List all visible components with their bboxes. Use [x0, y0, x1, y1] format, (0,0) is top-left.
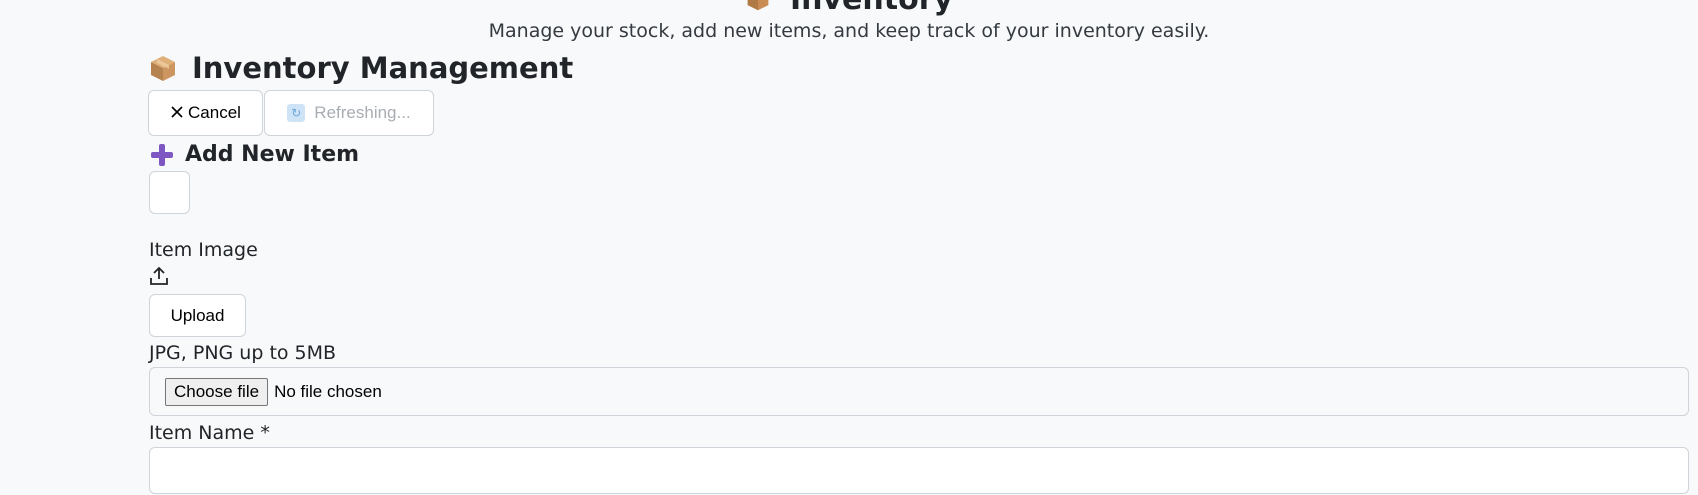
- close-icon: [170, 103, 184, 123]
- cancel-button-label: Cancel: [188, 103, 241, 122]
- page-title-text: Inventory Management: [192, 51, 574, 85]
- section-title: Add New Item: [150, 139, 359, 171]
- page-title: Inventory Management: [148, 49, 573, 87]
- file-status: No file chosen: [274, 381, 382, 401]
- package-icon: [151, 56, 175, 81]
- hero-title: Inventory: [0, 0, 1698, 19]
- file-input[interactable]: Choose file No file chosen: [149, 367, 1689, 416]
- image-hint: JPG, PNG up to 5MB: [149, 342, 337, 364]
- cancel-button[interactable]: Cancel: [148, 90, 263, 136]
- upload-icon: [150, 266, 168, 285]
- refresh-icon: ↻: [287, 104, 306, 122]
- item-name-label: Item Name *: [149, 422, 270, 444]
- choose-file-button[interactable]: Choose file: [165, 377, 269, 406]
- plus-icon: [151, 144, 173, 166]
- section-title-text: Add New Item: [185, 142, 360, 167]
- refresh-button-label: Refreshing...: [314, 103, 411, 122]
- refresh-button[interactable]: ↻ Refreshing...: [264, 90, 434, 136]
- upload-button[interactable]: Upload: [149, 294, 246, 337]
- image-preview: [149, 171, 190, 214]
- item-name-input[interactable]: [149, 447, 1689, 494]
- hero-subtitle: Manage your stock, add new items, and ke…: [488, 20, 1210, 42]
- item-image-label: Item Image: [149, 239, 258, 261]
- package-icon: [745, 0, 780, 16]
- hero-title-text: Inventory: [790, 0, 953, 17]
